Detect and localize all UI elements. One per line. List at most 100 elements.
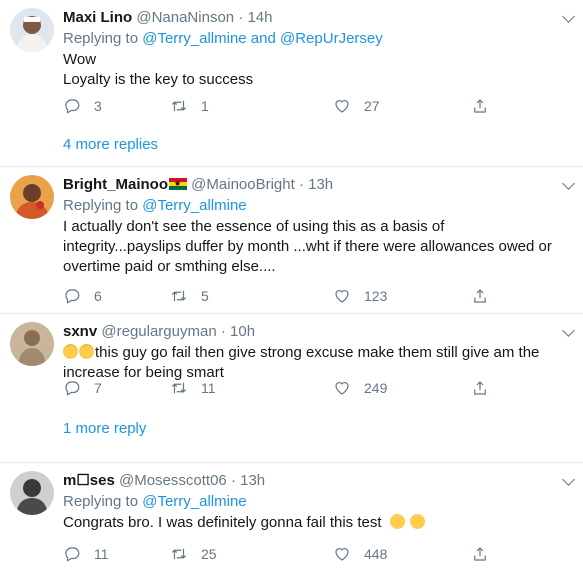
like-button[interactable]: 123 xyxy=(333,285,387,307)
more-replies-link[interactable]: 1 more reply xyxy=(63,420,146,437)
retweet-button[interactable]: 1 xyxy=(170,95,209,117)
display-name[interactable]: m☐ses xyxy=(63,472,115,489)
tweet-header: Maxi Lino @NanaNinson · 14h xyxy=(63,8,553,28)
like-icon xyxy=(335,290,349,303)
user-handle[interactable]: @regularguyman xyxy=(101,323,216,340)
retweet-count: 1 xyxy=(201,98,209,114)
tweet-text: I actually don't see the essence of usin… xyxy=(63,218,552,275)
retweet-icon xyxy=(171,382,187,394)
like-count: 123 xyxy=(364,288,388,304)
like-button[interactable]: 27 xyxy=(333,95,380,117)
reply-button[interactable]: 7 xyxy=(63,377,102,399)
ghana-flag-icon xyxy=(169,178,187,190)
tweet-actions: 7 11 249 xyxy=(63,377,583,399)
display-name[interactable]: Bright_Mainoo xyxy=(63,176,168,193)
tweet[interactable]: sxnv @regularguyman · 10h this guy go fa… xyxy=(0,314,583,463)
share-icon xyxy=(474,289,486,303)
display-name[interactable]: Maxi Lino xyxy=(63,9,132,26)
share-button[interactable] xyxy=(471,95,489,117)
reply-button[interactable]: 3 xyxy=(63,95,102,117)
laughing-emoji-icon xyxy=(79,344,94,359)
avatar[interactable] xyxy=(10,471,54,515)
user-handle[interactable]: @MainooBright xyxy=(191,176,295,193)
reply-count: 6 xyxy=(94,288,102,304)
share-icon xyxy=(474,547,486,561)
tweet-header: Bright_Mainoo @MainooBright · 13h xyxy=(63,175,553,195)
share-button[interactable] xyxy=(471,377,489,399)
tweet-actions: 11 25 448 xyxy=(63,543,583,565)
share-button[interactable] xyxy=(471,543,489,565)
like-icon xyxy=(335,548,349,561)
separator-dot: · xyxy=(298,176,304,193)
separator-dot: · xyxy=(238,9,244,26)
replying-prefix: Replying to xyxy=(63,30,139,47)
share-button[interactable] xyxy=(471,285,489,307)
tweet-header: m☐ses @Mosesscott06 · 13h xyxy=(63,471,553,491)
reply-button[interactable]: 6 xyxy=(63,285,102,307)
avatar[interactable] xyxy=(10,175,54,219)
replying-prefix: Replying to xyxy=(63,493,139,510)
reply-icon xyxy=(65,547,80,562)
separator-dot: · xyxy=(230,472,236,489)
retweet-button[interactable]: 25 xyxy=(170,543,217,565)
reply-icon xyxy=(65,289,80,304)
retweet-count: 5 xyxy=(201,288,209,304)
tweet[interactable]: Bright_Mainoo @MainooBright · 13h Replyi… xyxy=(0,167,583,314)
chevron-down-icon[interactable] xyxy=(562,324,575,337)
like-count: 448 xyxy=(364,546,388,562)
replying-prefix: Replying to xyxy=(63,197,139,214)
share-icon xyxy=(474,99,486,113)
avatar[interactable] xyxy=(10,8,54,52)
tweet-actions: 3 1 27 xyxy=(63,95,583,117)
timestamp[interactable]: 14h xyxy=(247,9,272,26)
reply-icon xyxy=(65,99,80,114)
like-button[interactable]: 448 xyxy=(333,543,387,565)
chevron-down-icon[interactable] xyxy=(562,473,575,486)
reply-icon xyxy=(65,381,80,396)
reply-button[interactable]: 11 xyxy=(63,543,109,565)
reply-count: 7 xyxy=(94,380,102,396)
display-name[interactable]: sxnv xyxy=(63,323,97,340)
like-icon xyxy=(335,382,349,395)
tweet-text: Wow Loyalty is the key to success xyxy=(63,51,254,88)
replying-to: Replying to @Terry_allmine xyxy=(63,492,553,512)
retweet-count: 11 xyxy=(201,380,216,396)
tweet[interactable]: Maxi Lino @NanaNinson · 14h Replying to … xyxy=(0,0,583,167)
like-count: 249 xyxy=(364,380,388,396)
timestamp[interactable]: 13h xyxy=(240,472,265,489)
tweet-actions: 6 5 123 xyxy=(63,285,583,307)
share-icon xyxy=(474,381,486,395)
tweet-text-body: Congrats bro. I was definitely gonna fai… xyxy=(63,514,382,531)
laughing-emoji-icon xyxy=(63,344,78,359)
more-replies-link[interactable]: 4 more replies xyxy=(63,136,158,153)
retweet-icon xyxy=(171,548,187,560)
tweet-text-body: this guy go fail then give strong excuse… xyxy=(63,344,540,381)
timestamp[interactable]: 10h xyxy=(230,323,255,340)
replying-to-link[interactable]: @Terry_allmine xyxy=(142,197,246,214)
user-handle[interactable]: @Mosesscott06 xyxy=(119,472,227,489)
retweet-icon xyxy=(171,290,187,302)
retweet-icon xyxy=(171,100,187,112)
replying-to-link[interactable]: @Terry_allmine xyxy=(142,493,246,510)
user-handle[interactable]: @NanaNinson xyxy=(136,9,234,26)
reply-count: 3 xyxy=(94,98,102,114)
tweet-text: Congrats bro. I was definitely gonna fai… xyxy=(63,513,553,533)
tired-face-emoji-icon xyxy=(389,514,405,529)
replying-to: Replying to @Terry_allmine xyxy=(63,196,553,216)
chevron-down-icon[interactable] xyxy=(562,10,575,23)
timestamp[interactable]: 13h xyxy=(308,176,333,193)
tired-face-emoji-icon xyxy=(409,514,425,529)
replying-to: Replying to @Terry_allmine and @RepUrJer… xyxy=(63,29,553,49)
retweet-button[interactable]: 5 xyxy=(170,285,209,307)
replying-to-link[interactable]: @Terry_allmine and @RepUrJersey xyxy=(142,30,383,47)
like-count: 27 xyxy=(364,98,380,114)
chevron-down-icon[interactable] xyxy=(562,177,575,190)
tweet-header: sxnv @regularguyman · 10h xyxy=(63,322,553,342)
retweet-count: 25 xyxy=(201,546,217,562)
separator-dot: · xyxy=(220,323,226,340)
like-button[interactable]: 249 xyxy=(333,377,387,399)
avatar[interactable] xyxy=(10,322,54,366)
tweet[interactable]: m☐ses @Mosesscott06 · 13h Replying to @T… xyxy=(0,463,583,572)
retweet-button[interactable]: 11 xyxy=(170,377,216,399)
reply-count: 11 xyxy=(94,546,109,562)
